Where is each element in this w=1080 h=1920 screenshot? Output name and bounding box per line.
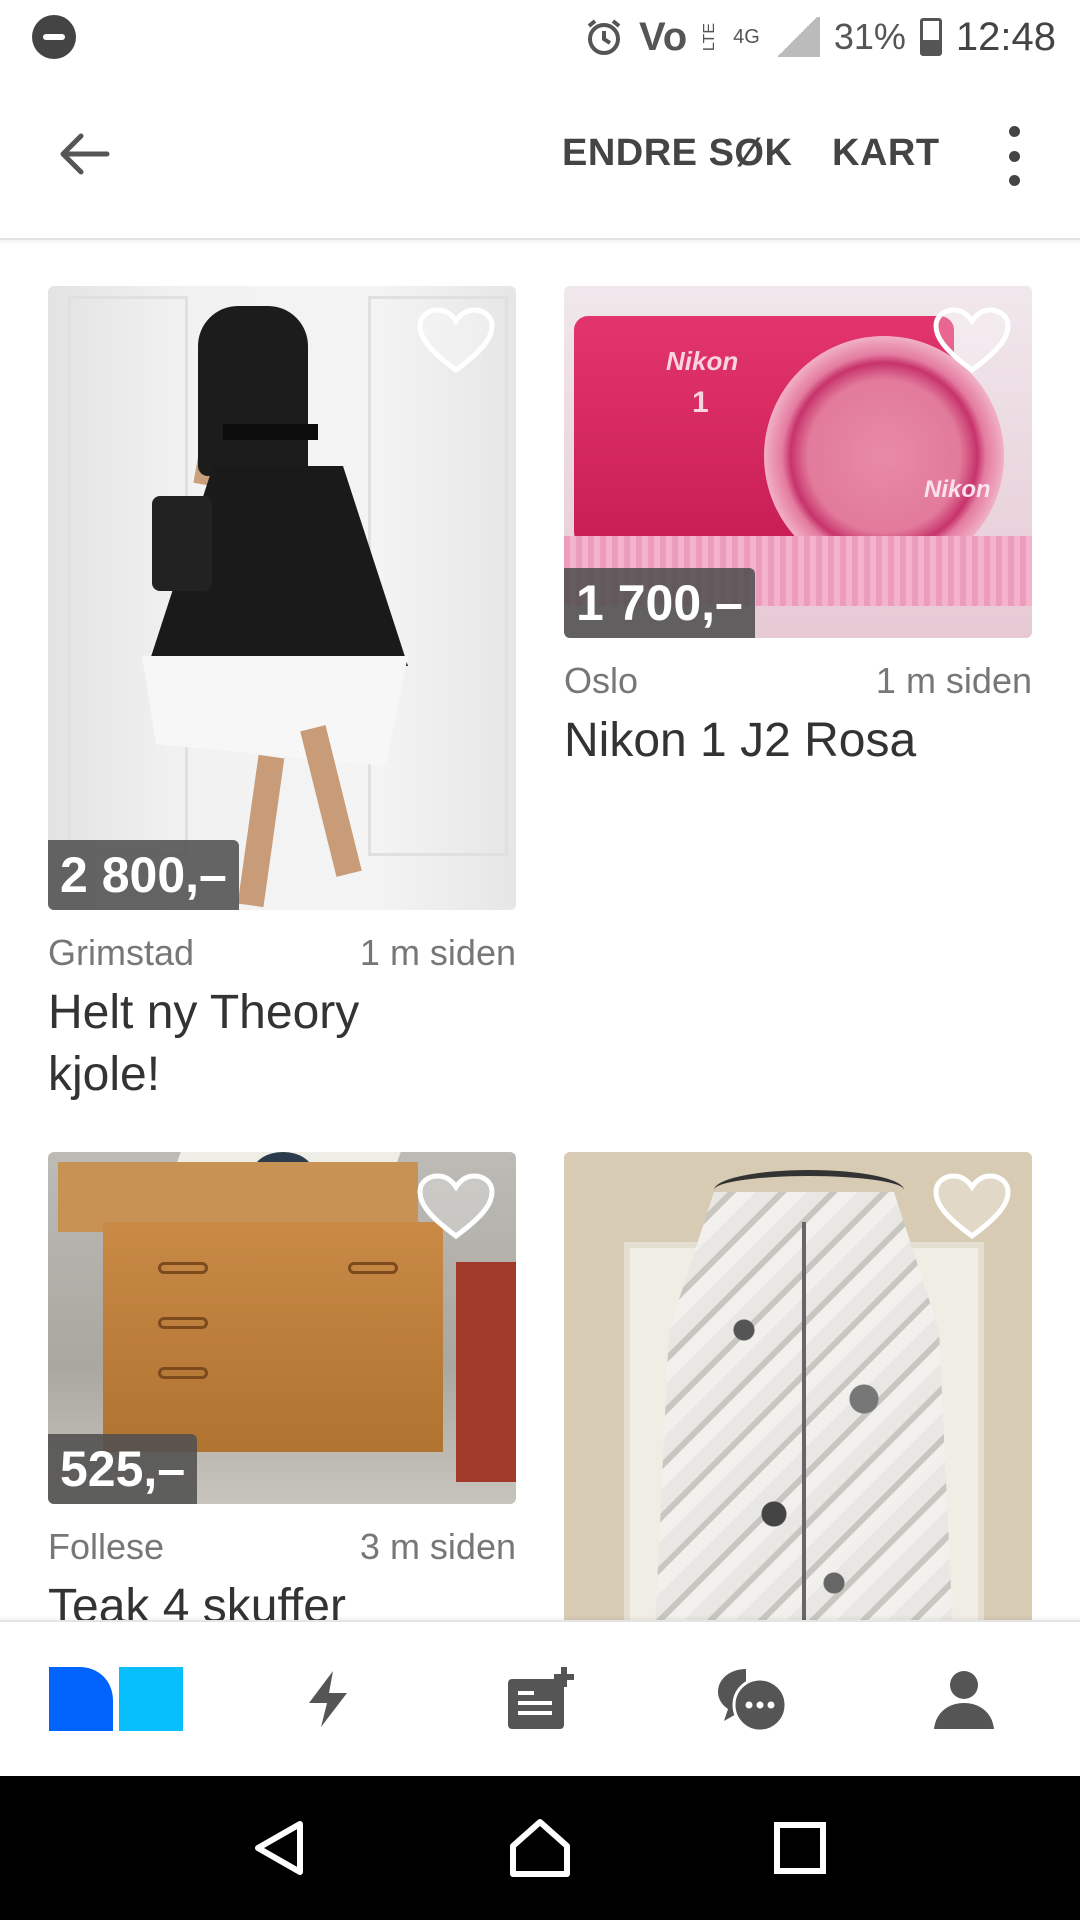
home-icon	[510, 1819, 570, 1877]
listing-location: Grimstad	[48, 932, 195, 973]
camera-model-label: 1	[692, 386, 709, 419]
nav-messages[interactable]	[682, 1649, 822, 1749]
favorite-heart-icon[interactable]	[932, 1172, 1012, 1242]
dresser-front	[103, 1222, 443, 1452]
listing-meta: Grimstad 1 m siden	[48, 932, 516, 974]
alarm-icon	[587, 19, 621, 55]
listing-location: Follese	[48, 1526, 165, 1567]
clock: 12:48	[955, 14, 1056, 59]
drawer-handle	[158, 1262, 208, 1274]
listing-time: 1 m siden	[875, 660, 1032, 701]
signal-icon	[773, 17, 820, 57]
listing-time: 3 m siden	[359, 1526, 516, 1567]
more-vert-icon	[1008, 126, 1020, 137]
listing-image: Nikon 1 Nikon 1 700,–	[564, 286, 1032, 638]
finn-logo-icon	[49, 1667, 183, 1731]
drawer-handle	[348, 1262, 398, 1274]
favorite-heart-icon[interactable]	[416, 1172, 496, 1242]
dress-top	[198, 306, 308, 476]
listing-location: Oslo	[564, 660, 639, 701]
volte-label: Vo	[638, 14, 688, 59]
listing-card[interactable]	[564, 1152, 1032, 1632]
listing-title: Helt ny Theory kjole!	[48, 986, 360, 1101]
system-back-button[interactable]	[240, 1808, 320, 1888]
messages-icon	[718, 1669, 788, 1733]
triangle-back-icon	[255, 1821, 303, 1875]
listing-card[interactable]: 2 800,– Grimstad 1 m siden Helt ny Theor…	[48, 286, 516, 1106]
system-home-button[interactable]	[500, 1808, 580, 1888]
system-navigation-bar	[0, 1776, 1080, 1920]
new-ad-icon	[508, 1667, 574, 1729]
dress-zipper	[802, 1222, 806, 1632]
bolt-icon	[309, 1671, 347, 1727]
clutch-bag	[152, 496, 212, 591]
nav-profile[interactable]	[894, 1649, 1034, 1749]
listing-title: Nikon 1 J2 Rosa	[564, 714, 917, 767]
listing-time: 1 m siden	[359, 932, 516, 973]
battery-percent: 31%	[833, 16, 906, 57]
listing-image: 2 800,–	[48, 286, 516, 910]
model-leg	[237, 754, 285, 908]
system-recents-button[interactable]	[760, 1808, 840, 1888]
more-options-button[interactable]	[996, 126, 1032, 186]
side-object	[456, 1262, 516, 1482]
more-vert-dot	[1008, 175, 1020, 186]
network-type-label: 4G	[733, 25, 760, 48]
app-bar: ENDRE SØK KART	[0, 74, 1080, 240]
back-button[interactable]	[48, 124, 118, 184]
listing-image	[564, 1152, 1032, 1632]
edit-search-button[interactable]: ENDRE SØK	[562, 132, 792, 175]
dress-belt	[223, 424, 318, 440]
price-tag: 2 800,–	[48, 840, 239, 910]
more-vert-dot	[1008, 150, 1020, 162]
nav-new-ad[interactable]	[470, 1649, 610, 1749]
do-not-disturb-icon	[32, 15, 76, 59]
listing-meta: Oslo 1 m siden	[564, 660, 1032, 702]
listing-image: 525,–	[48, 1152, 516, 1504]
status-icons: Vo LTE 4G 31% 12:48	[583, 15, 1056, 60]
map-button[interactable]: KART	[832, 132, 940, 175]
wall-panel	[368, 296, 508, 856]
arrow-left-icon	[60, 133, 110, 175]
status-bar: Vo LTE 4G 31% 12:48	[0, 0, 1080, 74]
listing-meta: Follese 3 m siden	[48, 1526, 516, 1568]
drawer-handle	[158, 1367, 208, 1379]
favorite-heart-icon[interactable]	[416, 306, 496, 376]
price-tag: 1 700,–	[564, 568, 755, 638]
lens-cap-brand-label: Nikon	[924, 476, 991, 503]
profile-icon	[934, 1671, 994, 1729]
favorite-heart-icon[interactable]	[932, 306, 1012, 376]
price-tag: 525,–	[48, 1434, 198, 1504]
listing-card[interactable]: 525,– Follese 3 m siden Teak 4 skuffer	[48, 1152, 516, 1638]
listing-card[interactable]: Nikon 1 Nikon 1 700,– Oslo 1 m siden Nik…	[564, 286, 1032, 772]
battery-icon	[919, 18, 942, 56]
nav-home[interactable]	[46, 1649, 186, 1749]
camera-brand-label: Nikon	[666, 346, 739, 376]
nav-notifications[interactable]	[258, 1649, 398, 1749]
bottom-navigation	[0, 1620, 1080, 1776]
drawer-handle	[158, 1317, 208, 1329]
lte-label: LTE	[701, 22, 719, 52]
square-recents-icon	[774, 1822, 826, 1874]
